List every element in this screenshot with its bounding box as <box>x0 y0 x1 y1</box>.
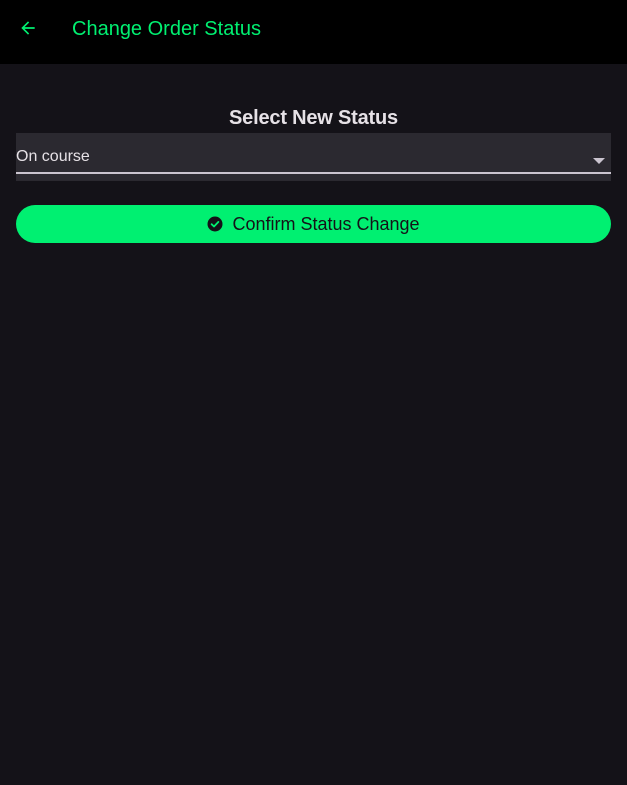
app-screen: Change Order Status Select New Status On… <box>0 0 627 785</box>
confirm-status-change-button[interactable]: Confirm Status Change <box>16 205 611 243</box>
dropdown-underline <box>16 172 611 174</box>
status-dropdown[interactable]: On course <box>16 133 611 181</box>
select-status-heading: Select New Status <box>229 107 398 129</box>
back-button[interactable] <box>12 12 44 44</box>
status-selected-value: On course <box>16 148 90 165</box>
app-bar: Change Order Status <box>0 0 627 64</box>
confirm-button-label: Confirm Status Change <box>232 214 420 234</box>
page-title: Change Order Status <box>72 18 261 40</box>
check-circle-icon <box>207 216 223 232</box>
dropdown-arrow-icon <box>592 152 606 170</box>
arrow-back-icon <box>18 18 38 38</box>
